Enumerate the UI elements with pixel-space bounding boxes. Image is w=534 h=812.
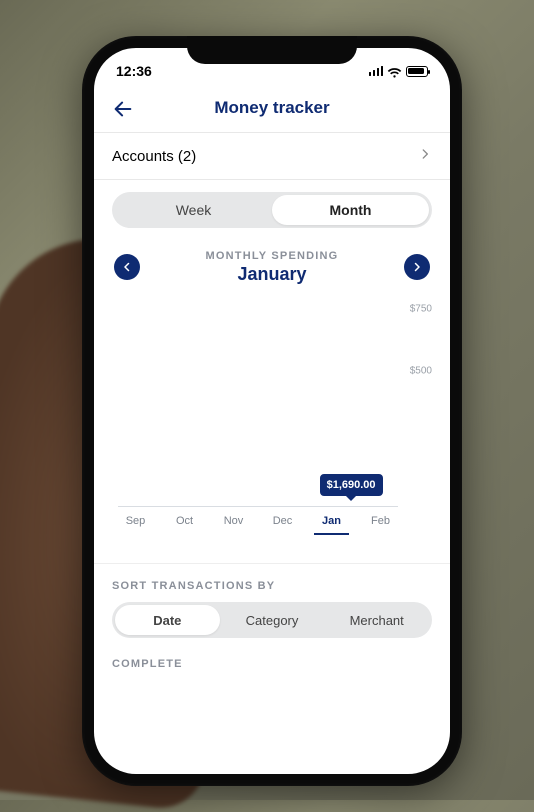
y-tick-label: $500 <box>410 366 432 377</box>
chart-section: MONTHLY SPENDING January $1,690.00 $500$… <box>94 240 450 535</box>
x-label-feb[interactable]: Feb <box>363 515 398 535</box>
cellular-signal-icon <box>369 66 384 76</box>
battery-icon <box>406 66 428 77</box>
y-tick-label: $750 <box>410 303 432 314</box>
page-title: Money tracker <box>94 98 450 118</box>
chart-month-label: January <box>112 264 432 285</box>
sort-option-merchant[interactable]: Merchant <box>324 605 429 635</box>
chart-bars: $1,690.00 <box>118 307 398 507</box>
section-complete-label: COMPLETE <box>94 638 450 670</box>
status-time: 12:36 <box>116 63 152 79</box>
status-right <box>369 66 429 77</box>
chart-overline: MONTHLY SPENDING <box>112 250 432 262</box>
period-segmented-control: Week Month <box>94 180 450 240</box>
bar-chart: $1,690.00 $500$750 <box>112 307 432 507</box>
sort-option-category[interactable]: Category <box>220 605 325 635</box>
x-label-nov[interactable]: Nov <box>216 515 251 535</box>
x-label-oct[interactable]: Oct <box>167 515 202 535</box>
wifi-icon <box>387 66 402 77</box>
x-label-sep[interactable]: Sep <box>118 515 153 535</box>
sort-section: SORT TRANSACTIONS BY Date Category Merch… <box>94 563 450 638</box>
chart-prev-button[interactable] <box>114 254 140 280</box>
phone-screen: 12:36 Money tracker Accounts (2) <box>94 48 450 774</box>
chart-header: MONTHLY SPENDING January <box>112 244 432 293</box>
phone-frame: 12:36 Money tracker Accounts (2) <box>82 36 462 786</box>
app-header: Money tracker <box>94 84 450 133</box>
sort-option-date[interactable]: Date <box>115 605 220 635</box>
sort-segmented-control: Date Category Merchant <box>112 602 432 638</box>
chart-next-button[interactable] <box>404 254 430 280</box>
bar-tooltip: $1,690.00 <box>320 474 383 496</box>
back-arrow-icon[interactable] <box>112 98 134 120</box>
accounts-label: Accounts (2) <box>112 148 196 165</box>
x-label-dec[interactable]: Dec <box>265 515 300 535</box>
x-label-jan[interactable]: Jan <box>314 515 349 535</box>
accounts-row[interactable]: Accounts (2) <box>94 133 450 180</box>
chevron-right-icon <box>418 147 432 165</box>
sort-title: SORT TRANSACTIONS BY <box>112 580 432 592</box>
tab-week[interactable]: Week <box>115 195 272 225</box>
phone-notch <box>187 36 357 64</box>
chart-x-labels: Sep Oct Nov Dec Jan Feb <box>112 507 432 535</box>
tab-month[interactable]: Month <box>272 195 429 225</box>
